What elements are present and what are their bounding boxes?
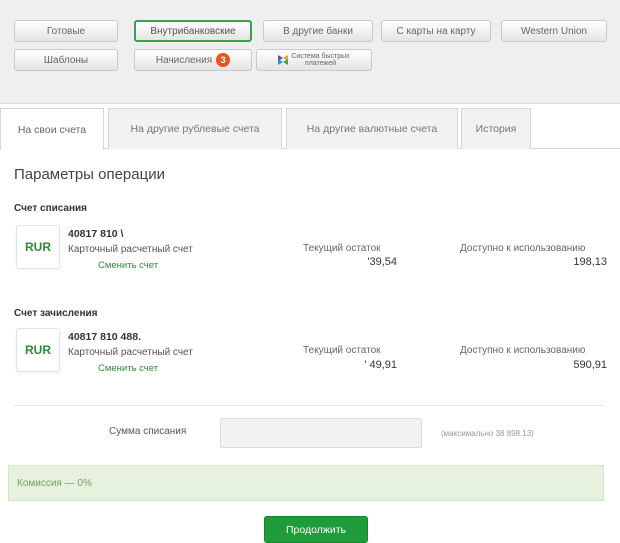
debit-account-label: Счет списания	[14, 203, 88, 214]
amount-max-hint: (максимально 38 898.13)	[441, 429, 534, 438]
charges-count-badge: 3	[216, 53, 231, 67]
continue-button[interactable]: Продолжить	[264, 516, 368, 543]
debit-change-account-link[interactable]: Сменить счет	[98, 260, 158, 271]
amount-label: Сумма списания	[109, 426, 187, 437]
debit-available-value: 198,13	[573, 256, 607, 268]
menu-charges-label: Начисления	[155, 54, 213, 66]
tab-own-accounts[interactable]: На свои счета	[0, 108, 104, 150]
payment-type-menu: Готовые Внутрибанковские В другие банки …	[0, 0, 620, 104]
debit-currency-icon: RUR	[16, 225, 60, 269]
tab-other-currency-accounts[interactable]: На другие валютные счета	[286, 108, 458, 149]
debit-current-balance-label: Текущий остаток	[303, 243, 381, 254]
amount-input[interactable]	[220, 418, 422, 448]
credit-account-type: Карточный расчетный счет	[68, 347, 193, 358]
operation-parameters-title: Параметры операции	[14, 166, 165, 183]
debit-current-balance-value: '39,54	[367, 256, 397, 268]
credit-currency-icon: RUR	[16, 328, 60, 372]
menu-charges-button[interactable]: Начисления 3	[134, 49, 252, 71]
credit-current-balance-value: ' 49,91	[364, 359, 397, 371]
debit-account-type: Карточный расчетный счет	[68, 244, 193, 255]
credit-available-label: Доступно к использованию	[460, 345, 586, 356]
credit-available-value: 590,91	[573, 359, 607, 371]
credit-account-label: Счет зачисления	[14, 308, 98, 319]
tab-other-ruble-accounts[interactable]: На другие рублевые счета	[108, 108, 282, 149]
credit-account-number: 40817 810 488.	[68, 331, 141, 343]
tab-history[interactable]: История	[461, 108, 531, 149]
sbp-label: Система быстрых платежей	[291, 53, 350, 67]
menu-other-banks-button[interactable]: В другие банки	[263, 20, 373, 42]
menu-card-to-card-button[interactable]: С карты на карту	[381, 20, 491, 42]
menu-sbp-button[interactable]: Система быстрых платежей	[256, 49, 372, 71]
credit-change-account-link[interactable]: Сменить счет	[98, 363, 158, 374]
commission-notice: Комиссия — 0%	[8, 465, 604, 501]
section-divider	[14, 405, 604, 406]
menu-ready-button[interactable]: Готовые	[14, 20, 118, 42]
transfer-tabs: На свои счета На другие рублевые счета Н…	[0, 108, 620, 150]
menu-templates-button[interactable]: Шаблоны	[14, 49, 118, 71]
debit-account-number: 40817 810 \	[68, 228, 124, 240]
debit-available-label: Доступно к использованию	[460, 243, 586, 254]
commission-text: Комиссия — 0%	[17, 477, 92, 489]
menu-western-union-button[interactable]: Western Union	[501, 20, 607, 42]
credit-current-balance-label: Текущий остаток	[303, 345, 381, 356]
menu-intrabank-button[interactable]: Внутрибанковские	[134, 20, 252, 42]
sbp-logo-icon	[278, 55, 289, 65]
